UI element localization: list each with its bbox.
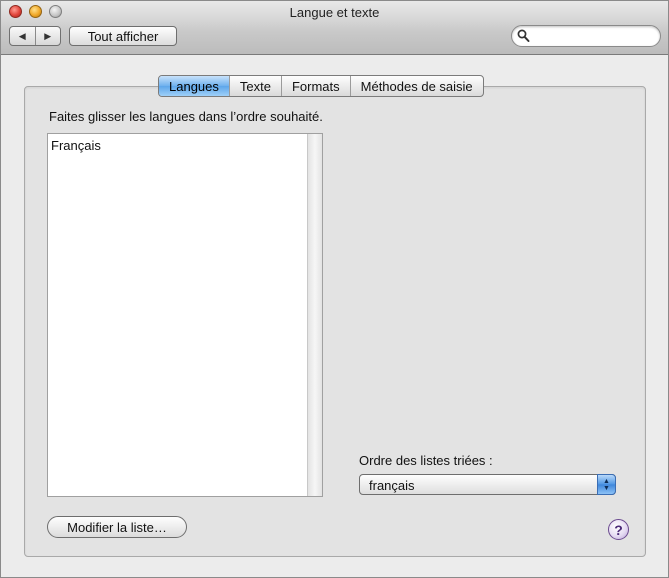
tab-formats[interactable]: Formats: [280, 76, 350, 96]
up-down-arrows-icon: ▲ ▼: [597, 474, 616, 495]
help-icon: ?: [614, 521, 623, 538]
preferences-window: Langue et texte ◀ ▶ Tout afficher Langue…: [0, 0, 669, 578]
window-toolbar: Langue et texte ◀ ▶ Tout afficher: [1, 1, 668, 55]
window-title: Langue et texte: [289, 5, 380, 20]
tab-langues[interactable]: Langues: [159, 76, 229, 96]
tab-methodes-de-saisie[interactable]: Méthodes de saisie: [349, 76, 483, 96]
languages-instruction: Faites glisser les langues dans l’ordre …: [49, 109, 323, 124]
search-field[interactable]: [511, 25, 661, 47]
show-all-button[interactable]: Tout afficher: [69, 26, 177, 46]
tab-bar: Langues Texte Formats Méthodes de saisie: [158, 75, 484, 97]
back-button[interactable]: ◀: [10, 27, 35, 45]
chevron-left-icon: ◀: [18, 30, 26, 41]
sort-order-value: français: [369, 478, 415, 493]
edit-list-button[interactable]: Modifier la liste…: [47, 516, 187, 538]
list-scrollbar[interactable]: [307, 134, 322, 496]
languages-list[interactable]: Français: [47, 133, 323, 497]
search-input[interactable]: [534, 28, 652, 44]
forward-button[interactable]: ▶: [34, 27, 61, 45]
help-button[interactable]: ?: [608, 519, 629, 540]
back-forward-control: ◀ ▶: [9, 26, 61, 46]
list-item[interactable]: Français: [51, 138, 101, 153]
sort-order-label: Ordre des listes triées :: [359, 453, 493, 468]
tab-texte[interactable]: Texte: [228, 76, 281, 96]
chevron-right-icon: ▶: [44, 30, 52, 41]
search-icon: [517, 29, 530, 42]
sort-order-select[interactable]: français ▲ ▼: [359, 474, 616, 495]
